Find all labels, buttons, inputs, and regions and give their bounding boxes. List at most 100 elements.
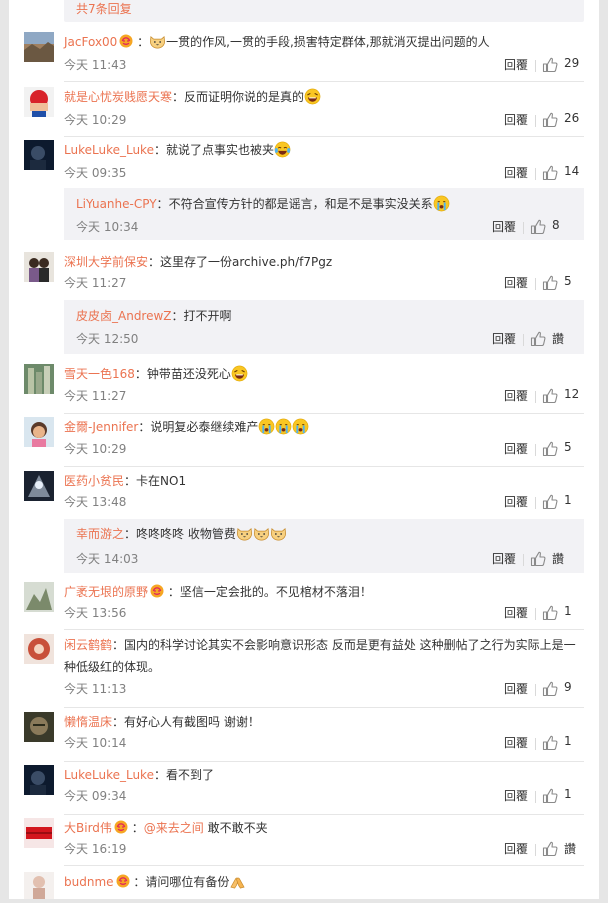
- avatar[interactable]: [24, 765, 54, 795]
- like-count: 9: [564, 680, 572, 694]
- avatar[interactable]: [24, 634, 54, 664]
- reply-button[interactable]: 回覆: [504, 604, 528, 621]
- divider: [535, 60, 536, 72]
- comment-time: 今天 13:48: [64, 495, 127, 509]
- more-replies-banner[interactable]: 共7条回复: [64, 0, 584, 22]
- like-count: 1: [564, 734, 572, 748]
- like-count: 14: [564, 164, 580, 178]
- avatar[interactable]: [24, 364, 54, 394]
- username-link[interactable]: 雪天一色168: [64, 367, 135, 381]
- like-button[interactable]: 1: [538, 787, 584, 807]
- avatar[interactable]: [24, 872, 54, 899]
- reply-button[interactable]: 回覆: [492, 218, 516, 235]
- like-button[interactable]: 26: [538, 111, 584, 131]
- like-button[interactable]: 9: [538, 680, 584, 700]
- like-button[interactable]: 1: [538, 493, 584, 513]
- comment-item: 雪天一色168：钟带苗还没死心 今天 11:27 回覆 12: [24, 364, 584, 414]
- comment-text: 就说了点事实也被夹: [165, 143, 274, 157]
- cat-emoji-icon: [270, 525, 287, 542]
- reply-button[interactable]: 回覆: [504, 680, 528, 697]
- sub-reply: 皮皮卤_AndrewZ：打不开啊 今天 12:50 回覆 讚: [64, 300, 584, 354]
- like-button[interactable]: 1: [538, 604, 584, 624]
- avatar[interactable]: [24, 140, 54, 170]
- thumbs-up-icon: [542, 681, 558, 697]
- comment-item: 大Bird伟 ：@来去之间 敢不敢不夹 今天 16:19 回覆 讚: [24, 818, 584, 866]
- avatar[interactable]: [24, 87, 54, 117]
- like-count: 5: [564, 440, 572, 454]
- reply-button[interactable]: 回覆: [504, 164, 528, 181]
- like-button[interactable]: 12: [538, 387, 584, 407]
- like-button[interactable]: 29: [538, 56, 584, 76]
- like-count: 1: [564, 493, 572, 507]
- reply-button[interactable]: 回覆: [504, 274, 528, 291]
- username-link[interactable]: JacFox00: [64, 35, 117, 49]
- comment-text: 国内的科学讨论其实不会影响意识形态 反而是更有益处 这种删帖了之行为实际上是一: [124, 638, 576, 652]
- reply-button[interactable]: 回覆: [492, 550, 516, 567]
- username-link[interactable]: 就是心忧炭贱愿天寒: [64, 90, 172, 104]
- avatar[interactable]: [24, 252, 54, 282]
- thumbs-up-icon: [542, 841, 558, 857]
- username-link[interactable]: 闲云鹤鹤: [64, 638, 112, 652]
- comment-item: 闲云鹤鹤：国内的科学讨论其实不会影响意识形态 反而是更有益处 这种删帖了之行为实…: [24, 634, 584, 708]
- username-link[interactable]: LukeLuke_Luke: [64, 143, 154, 157]
- like-button[interactable]: 1: [538, 734, 584, 754]
- cat-emoji-icon: [149, 33, 166, 50]
- avatar[interactable]: [24, 582, 54, 612]
- username-link[interactable]: 金爾-Jennifer: [64, 420, 138, 434]
- like-button[interactable]: 讚: [538, 840, 584, 860]
- comment-time: 今天 09:34: [64, 789, 127, 803]
- reply-button[interactable]: 回覆: [504, 440, 528, 457]
- username-link[interactable]: LukeLuke_Luke: [64, 768, 154, 782]
- thumbs-up-icon: [542, 57, 558, 73]
- frame-left: [0, 0, 9, 903]
- avatar[interactable]: [24, 818, 54, 848]
- username-link[interactable]: 广袤无垠的原野: [64, 585, 148, 599]
- username-link[interactable]: 皮皮卤_AndrewZ: [76, 309, 172, 323]
- comment-time: 今天 10:34: [76, 220, 139, 234]
- comment-text: 请问哪位有备份: [145, 875, 230, 889]
- more-replies-link[interactable]: 共7条回复: [76, 0, 132, 17]
- thumbs-up-icon: [542, 275, 558, 291]
- thumbs-up-icon: [542, 735, 558, 751]
- reply-button[interactable]: 回覆: [504, 111, 528, 128]
- username-link[interactable]: 医药小贫民: [64, 474, 124, 488]
- frame-bottom: [0, 899, 608, 903]
- member-badge-icon: [114, 820, 128, 834]
- username-link[interactable]: 幸而游之: [76, 527, 124, 541]
- reply-button[interactable]: 回覆: [504, 387, 528, 404]
- username-link[interactable]: LiYuanhe-CPY: [76, 197, 157, 211]
- like-count: 讚: [552, 552, 565, 566]
- reply-button[interactable]: 回覆: [504, 56, 528, 73]
- avatar[interactable]: [24, 32, 54, 62]
- avatar[interactable]: [24, 417, 54, 447]
- reply-button[interactable]: 回覆: [492, 330, 516, 347]
- avatar[interactable]: [24, 712, 54, 742]
- username-link[interactable]: 深圳大学前保安: [64, 255, 148, 269]
- member-badge-icon: [119, 34, 133, 48]
- comment-time: 今天 12:50: [76, 332, 139, 346]
- like-button[interactable]: 讚: [526, 550, 572, 570]
- thumbs-up-icon: [542, 112, 558, 128]
- like-count: 1: [564, 604, 572, 618]
- like-button[interactable]: 14: [538, 164, 584, 184]
- like-button[interactable]: 5: [538, 274, 584, 294]
- like-button[interactable]: 讚: [526, 330, 572, 350]
- username-link[interactable]: 大Bird伟: [64, 821, 112, 835]
- laughing-emoji-icon: [231, 365, 248, 382]
- reply-button[interactable]: 回覆: [504, 840, 528, 857]
- mention-link[interactable]: @来去之间: [144, 821, 204, 835]
- username-link[interactable]: 懒惰温床: [64, 715, 112, 729]
- reply-button[interactable]: 回覆: [504, 787, 528, 804]
- like-button[interactable]: 8: [526, 218, 572, 238]
- sub-reply: LiYuanhe-CPY：不符合宣传方针的都是谣言，和是不是事实没关系 今天 1…: [64, 188, 584, 240]
- comment-item: 就是心忧炭贱愿天寒：反而证明你说的是真的 今天 10:29 回覆 26: [24, 87, 584, 137]
- like-button[interactable]: 5: [538, 440, 584, 460]
- comment-text: 一贯的作风,一贯的手段,损害特定群体,那就消灭提出问题的人: [166, 35, 490, 49]
- member-badge-icon: [150, 584, 164, 598]
- username-link[interactable]: budnme: [64, 875, 114, 889]
- avatar[interactable]: [24, 471, 54, 501]
- reply-button[interactable]: 回覆: [504, 734, 528, 751]
- divider: [535, 684, 536, 696]
- comment-text: 反而证明你说的是真的: [184, 90, 305, 104]
- reply-button[interactable]: 回覆: [504, 493, 528, 510]
